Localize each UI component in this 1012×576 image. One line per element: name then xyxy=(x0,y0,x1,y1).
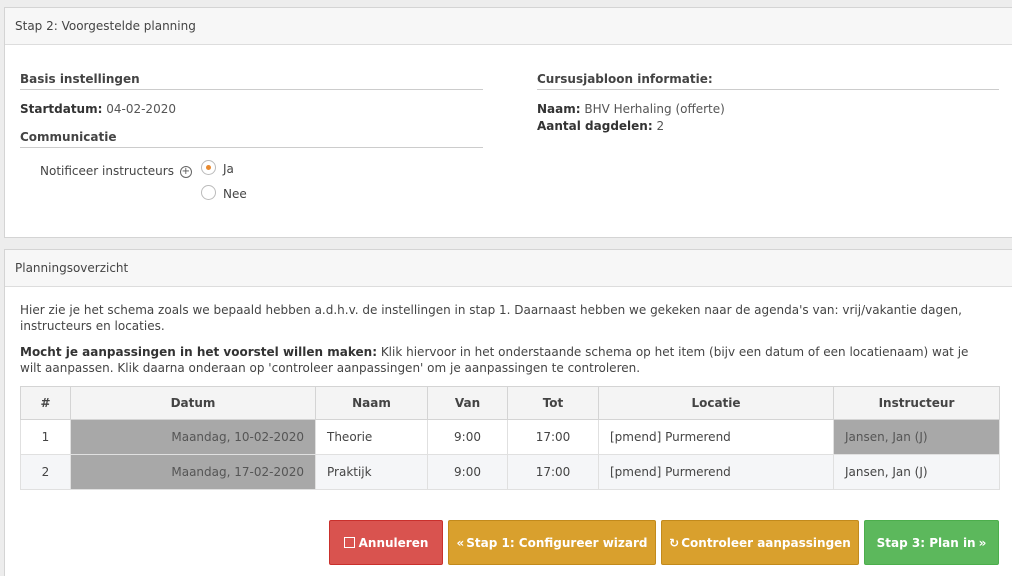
hint-bold: Mocht je aanpassingen in het voorstel wi… xyxy=(20,345,377,359)
basis-divider xyxy=(20,89,483,90)
basis-settings-title: Basis instellingen xyxy=(20,72,140,86)
col-header-instructeur: Instructeur xyxy=(833,386,1000,420)
check-changes-label: Controleer aanpassingen xyxy=(681,535,851,550)
row-tot[interactable]: 17:00 xyxy=(507,454,599,490)
notificeer-label-text: Notificeer instructeurs xyxy=(40,164,174,178)
col-header-locatie: Locatie xyxy=(598,386,834,420)
planning-overview-panel: Planningsoverzicht Hier zie je het schem… xyxy=(4,249,1012,576)
template-info-title: Cursusjabloon informatie: xyxy=(537,72,713,86)
table-row: 1 Maandag, 10-02-2020 Theorie 9:00 17:00… xyxy=(20,419,1000,455)
startdatum-value: 04-02-2020 xyxy=(106,102,176,116)
dagdelen-label: Aantal dagdelen: xyxy=(537,119,653,133)
dagdelen-value: 2 xyxy=(656,119,665,133)
row-num: 1 xyxy=(20,419,71,455)
row-instructeur[interactable]: Jansen, Jan (J) xyxy=(833,454,1000,490)
startdatum-row: Startdatum: 04-02-2020 xyxy=(20,102,176,116)
cancel-label: Annuleren xyxy=(358,535,429,550)
row-instructeur[interactable]: Jansen, Jan (J) xyxy=(833,419,1000,455)
double-chevron-right-icon: » xyxy=(978,535,987,550)
row-van[interactable]: 9:00 xyxy=(427,454,508,490)
radio-nee-label[interactable]: Nee xyxy=(223,187,247,201)
row-locatie[interactable]: [pmend] Purmerend xyxy=(598,419,834,455)
row-van[interactable]: 9:00 xyxy=(427,419,508,455)
radio-ja[interactable] xyxy=(201,160,216,175)
dagdelen-row: Aantal dagdelen: 2 xyxy=(537,119,664,133)
intro-text: Hier zie je het schema zoals we bepaald … xyxy=(20,303,962,333)
row-datum[interactable]: Maandag, 17-02-2020 xyxy=(70,454,316,490)
row-naam[interactable]: Praktijk xyxy=(315,454,428,490)
communicatie-divider xyxy=(20,147,483,148)
col-header-tot: Tot xyxy=(507,386,599,420)
step2-panel: Stap 2: Voorgestelde planning Basis inst… xyxy=(4,7,1012,238)
intro-text-block: Hier zie je het schema zoals we bepaald … xyxy=(20,302,990,334)
table-header-row: # Datum Naam Van Tot Locatie Instructeur xyxy=(20,386,1000,420)
step3-label: Stap 3: Plan in xyxy=(876,535,976,550)
step1-label: Stap 1: Configureer wizard xyxy=(466,535,648,550)
row-num: 2 xyxy=(20,454,71,490)
table-row: 2 Maandag, 17-02-2020 Praktijk 9:00 17:0… xyxy=(20,454,1000,490)
step3-button[interactable]: Stap 3: Plan in » xyxy=(864,520,999,565)
planning-table: # Datum Naam Van Tot Locatie Instructeur… xyxy=(20,386,1000,490)
naam-row: Naam: BHV Herhaling (offerte) xyxy=(537,102,725,116)
naam-value: BHV Herhaling (offerte) xyxy=(584,102,725,116)
step1-button[interactable]: « Stap 1: Configureer wizard xyxy=(448,520,656,565)
row-naam[interactable]: Theorie xyxy=(315,419,428,455)
naam-label: Naam: xyxy=(537,102,581,116)
radio-nee[interactable] xyxy=(201,185,216,200)
col-header-datum: Datum xyxy=(70,386,316,420)
communicatie-title: Communicatie xyxy=(20,130,117,144)
notificeer-instructeurs-label: Notificeer instructeurs + xyxy=(40,164,192,178)
row-tot[interactable]: 17:00 xyxy=(507,419,599,455)
double-chevron-left-icon: « xyxy=(456,535,465,550)
startdatum-label: Startdatum: xyxy=(20,102,103,116)
step2-panel-title: Stap 2: Voorgestelde planning xyxy=(5,8,1012,45)
plus-circle-icon[interactable]: + xyxy=(179,165,192,178)
planning-overview-title: Planningsoverzicht xyxy=(5,250,1012,287)
square-icon xyxy=(343,537,355,548)
row-datum[interactable]: Maandag, 10-02-2020 xyxy=(70,419,316,455)
row-locatie[interactable]: [pmend] Purmerend xyxy=(598,454,834,490)
col-header-num: # xyxy=(20,386,71,420)
cancel-button[interactable]: Annuleren xyxy=(329,520,443,565)
radio-ja-label[interactable]: Ja xyxy=(223,162,234,176)
hint-text-block: Mocht je aanpassingen in het voorstel wi… xyxy=(20,344,990,376)
col-header-van: Van xyxy=(427,386,508,420)
refresh-icon: ↻ xyxy=(669,535,680,550)
hint-paragraph: Mocht je aanpassingen in het voorstel wi… xyxy=(20,344,990,376)
col-header-naam: Naam xyxy=(315,386,428,420)
template-divider xyxy=(537,89,999,90)
check-changes-button[interactable]: ↻ Controleer aanpassingen xyxy=(661,520,859,565)
